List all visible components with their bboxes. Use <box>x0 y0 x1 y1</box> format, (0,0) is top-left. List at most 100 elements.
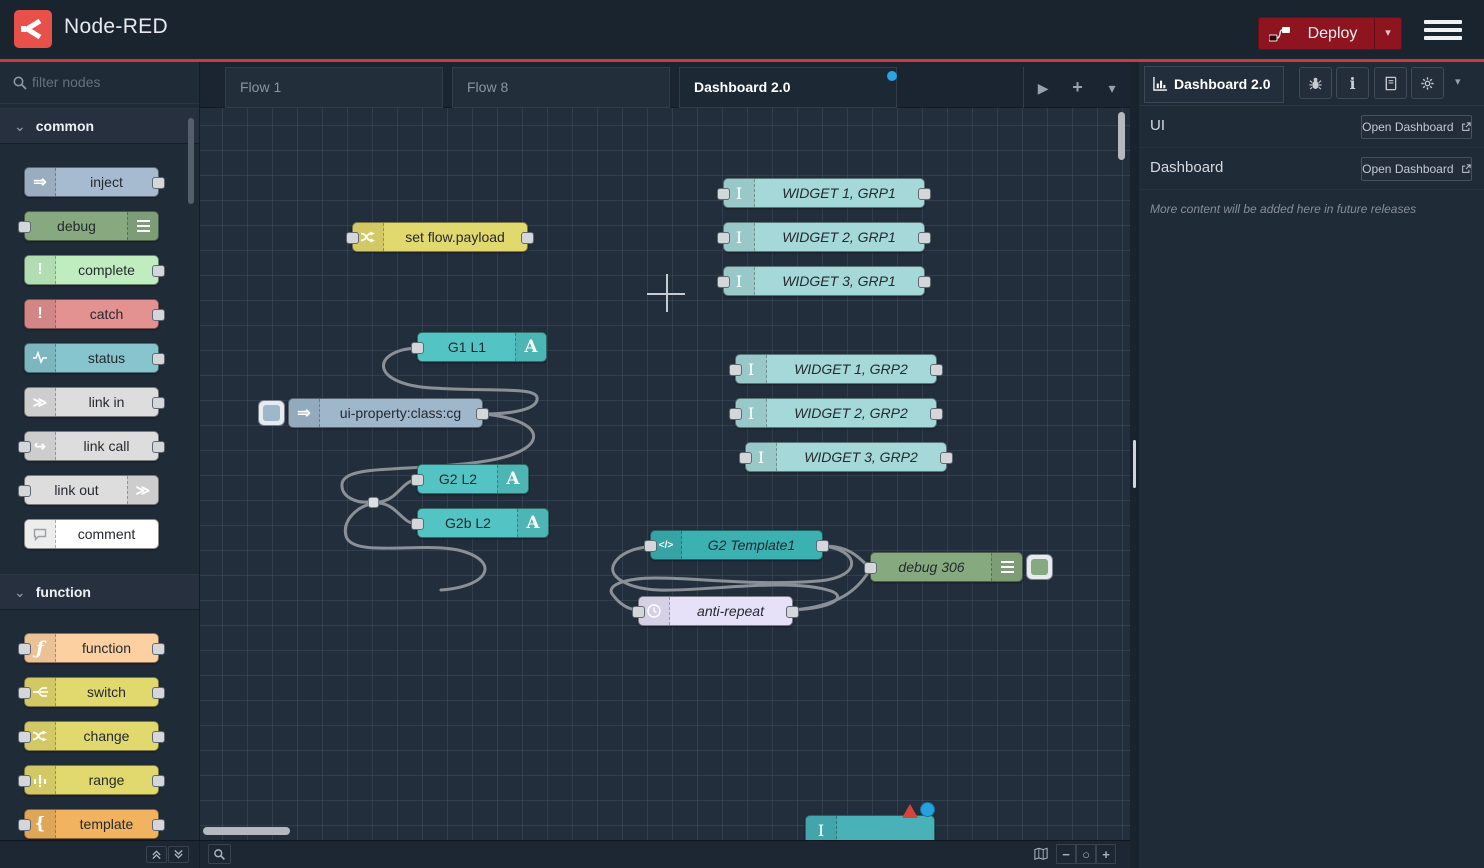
input-port[interactable] <box>739 452 752 464</box>
sidebar-debug-button[interactable] <box>1299 67 1332 99</box>
palette-node-comment[interactable]: comment <box>24 519 159 549</box>
input-port[interactable] <box>729 364 742 376</box>
navigator-button[interactable] <box>1030 844 1052 864</box>
node-g2b-l2[interactable]: AG2b L2 <box>417 508 549 538</box>
node-widget-1-grp1[interactable]: IWIDGET 1, GRP1 <box>723 178 925 208</box>
node-g2-l2[interactable]: AG2 L2 <box>417 464 529 494</box>
node-widget-3-grp2[interactable]: IWIDGET 3, GRP2 <box>745 442 947 472</box>
canvas-search-button[interactable] <box>208 844 231 864</box>
input-port[interactable] <box>729 408 742 420</box>
tab-scroll-button[interactable]: ▶ <box>1028 68 1058 108</box>
input-port[interactable] <box>18 687 31 699</box>
node-partial-widget-node[interactable]: I <box>805 815 935 840</box>
output-port[interactable] <box>152 309 165 321</box>
zoom-in-button[interactable]: + <box>1096 844 1116 864</box>
add-flow-button[interactable]: + <box>1063 67 1093 107</box>
category-header-common[interactable]: ⌄common <box>0 108 199 144</box>
output-port[interactable] <box>152 819 165 831</box>
input-port[interactable] <box>411 474 424 486</box>
palette-node-status[interactable]: status <box>24 343 159 373</box>
zoom-reset-button[interactable]: ○ <box>1076 844 1096 864</box>
output-port[interactable] <box>152 177 165 189</box>
palette-collapse-down-button[interactable] <box>168 846 189 863</box>
input-port[interactable] <box>411 518 424 530</box>
output-port[interactable] <box>152 643 165 655</box>
input-port[interactable] <box>632 606 645 618</box>
palette-scrollbar[interactable] <box>188 118 194 204</box>
node-g1-l1[interactable]: AG1 L1 <box>417 332 547 362</box>
input-port[interactable] <box>864 562 877 574</box>
sidebar-tab-dashboard[interactable]: Dashboard 2.0 <box>1144 66 1284 103</box>
output-port[interactable] <box>918 276 931 288</box>
wire-junction[interactable] <box>368 497 379 508</box>
palette-node-complete[interactable]: !complete <box>24 255 159 285</box>
input-port[interactable] <box>346 232 359 244</box>
output-port[interactable] <box>930 364 943 376</box>
output-port[interactable] <box>152 265 165 277</box>
palette-node-template[interactable]: {template <box>24 809 159 839</box>
open-dashboard-button[interactable]: Open Dashboard <box>1361 157 1472 181</box>
output-port[interactable] <box>918 232 931 244</box>
output-port[interactable] <box>152 441 165 453</box>
input-port[interactable] <box>411 342 424 354</box>
node-ui-property-class-cg[interactable]: ⇒ui-property:class:cg <box>288 398 483 428</box>
category-header-function[interactable]: ⌄function <box>0 574 199 610</box>
tab-flow-1[interactable]: Flow 1 <box>225 67 443 108</box>
palette-node-inject[interactable]: ⇒inject <box>24 167 159 197</box>
wire[interactable] <box>823 546 869 567</box>
node-g2-template1[interactable]: </>G2 Template1 <box>650 530 823 560</box>
zoom-out-button[interactable]: − <box>1056 844 1076 864</box>
output-port[interactable] <box>816 540 829 552</box>
output-port[interactable] <box>786 606 799 618</box>
node-widget-1-grp2[interactable]: IWIDGET 1, GRP2 <box>735 354 937 384</box>
input-port[interactable] <box>717 188 730 200</box>
output-port[interactable] <box>152 353 165 365</box>
palette-node-link-out[interactable]: ≫link out <box>24 475 159 505</box>
input-port[interactable] <box>717 232 730 244</box>
input-port[interactable] <box>18 441 31 453</box>
palette-node-link-in[interactable]: ≫link in <box>24 387 159 417</box>
deploy-button[interactable]: Deploy ▾ <box>1258 17 1402 50</box>
input-port[interactable] <box>18 731 31 743</box>
input-port[interactable] <box>18 485 31 497</box>
flow-canvas[interactable]: set flow.payload IWIDGET 1, GRP1 IWIDGET 2… <box>200 108 1130 840</box>
output-port[interactable] <box>940 452 953 464</box>
canvas-vscrollbar-thumb[interactable] <box>1118 112 1125 160</box>
tab-flow-8[interactable]: Flow 8 <box>452 67 670 108</box>
palette-node-range[interactable]: range <box>24 765 159 795</box>
node-widget-2-grp2[interactable]: IWIDGET 2, GRP2 <box>735 398 937 428</box>
input-port[interactable] <box>18 819 31 831</box>
input-port[interactable] <box>644 540 657 552</box>
input-port[interactable] <box>717 276 730 288</box>
sidebar-config-button[interactable] <box>1411 67 1444 99</box>
sidebar-info-button[interactable]: i <box>1336 67 1369 99</box>
output-port[interactable] <box>152 731 165 743</box>
sidebar-help-button[interactable] <box>1374 67 1407 99</box>
node-debug-306[interactable]: debug 306 <box>870 552 1023 582</box>
node-anti-repeat[interactable]: anti-repeat <box>638 596 793 626</box>
node-set-flow-payload[interactable]: set flow.payload <box>352 222 528 252</box>
debug-toggle-button[interactable] <box>1026 554 1053 580</box>
tab-list-caret-button[interactable]: ▾ <box>1097 68 1127 108</box>
inject-trigger-button[interactable] <box>258 400 285 426</box>
palette-node-catch[interactable]: !catch <box>24 299 159 329</box>
node-widget-3-grp1[interactable]: IWIDGET 3, GRP1 <box>723 266 925 296</box>
output-port[interactable] <box>152 687 165 699</box>
output-port[interactable] <box>152 397 165 409</box>
node-widget-2-grp1[interactable]: IWIDGET 2, GRP1 <box>723 222 925 252</box>
output-port[interactable] <box>476 408 489 420</box>
output-port[interactable] <box>918 188 931 200</box>
canvas-hscrollbar-thumb[interactable] <box>203 827 290 835</box>
tab-dashboard-2-0[interactable]: Dashboard 2.0 <box>679 67 897 108</box>
sidebar-menu-caret[interactable]: ▾ <box>1455 75 1461 88</box>
palette-node-change[interactable]: change <box>24 721 159 751</box>
palette-node-switch[interactable]: switch <box>24 677 159 707</box>
output-port[interactable] <box>930 408 943 420</box>
output-port[interactable] <box>521 232 534 244</box>
main-menu-button[interactable] <box>1424 20 1462 44</box>
open-dashboard-button[interactable]: Open Dashboard <box>1361 115 1472 139</box>
input-port[interactable] <box>18 643 31 655</box>
palette-node-debug[interactable]: debug <box>24 211 159 241</box>
input-port[interactable] <box>18 775 31 787</box>
palette-collapse-up-button[interactable] <box>146 846 167 863</box>
